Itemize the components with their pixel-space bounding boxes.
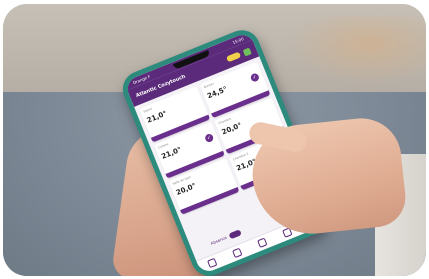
status-badge [242, 46, 252, 57]
away-switch[interactable] [228, 228, 242, 239]
room-temperature: 20,0° [220, 121, 243, 137]
mode-toggle[interactable] [226, 51, 242, 63]
room-label: Cuisine [157, 141, 170, 150]
room-temperature: 20,0° [175, 181, 198, 197]
room-label: Séjour [142, 106, 154, 114]
energy-icon[interactable] [231, 247, 243, 259]
home-icon[interactable] [206, 257, 217, 269]
room-temperature: 21,0° [160, 145, 183, 161]
photo-frame: Orange F 15:00 Atlantic Cozytouch Séjour… [3, 4, 426, 276]
schedule-icon[interactable] [256, 237, 268, 249]
background-blur [286, 16, 426, 86]
check-icon: ✓ [249, 72, 261, 83]
room-temperature: 21,0° [145, 109, 169, 125]
room-label: Bureau [203, 81, 215, 90]
check-icon: ✓ [203, 132, 215, 144]
away-label: Absence [209, 234, 228, 246]
room-temperature: 24,5° [206, 85, 229, 101]
